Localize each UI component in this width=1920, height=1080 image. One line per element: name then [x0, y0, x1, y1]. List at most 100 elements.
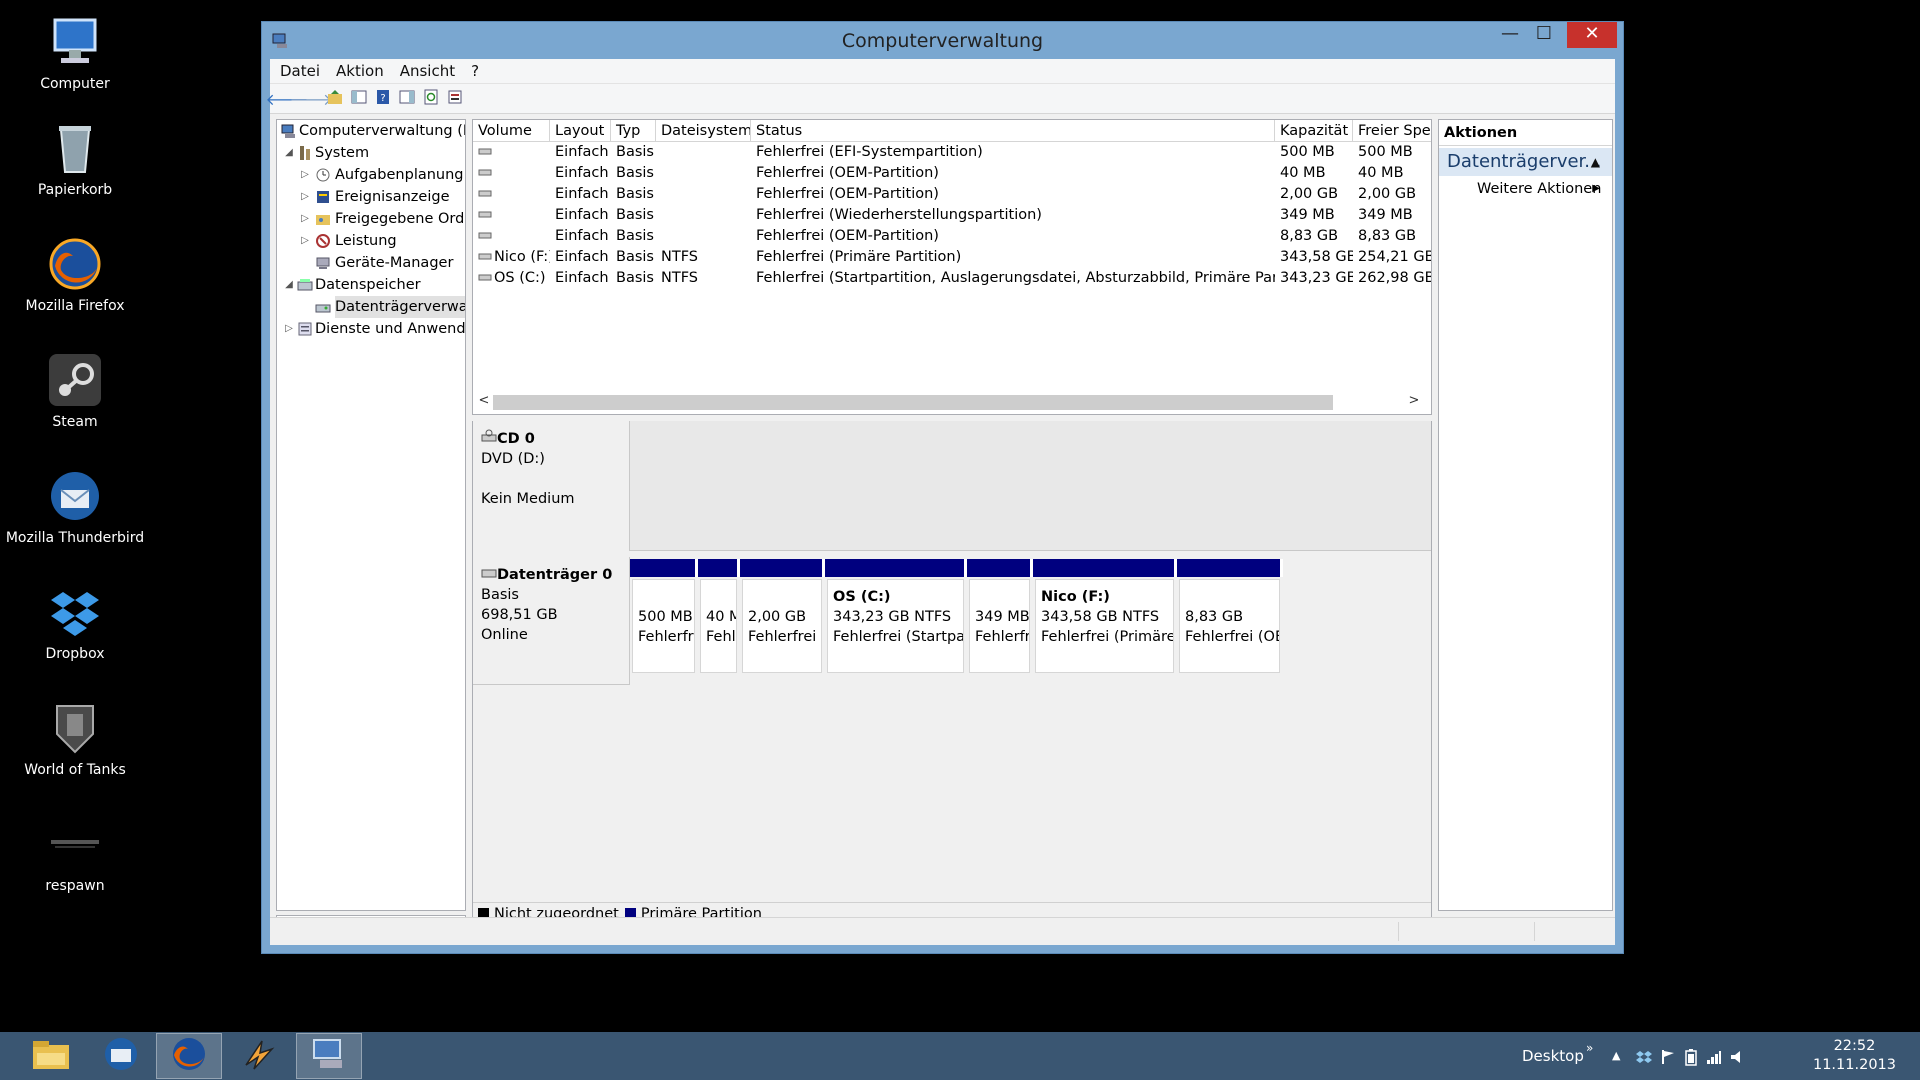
up-one-level-button[interactable]: [324, 88, 346, 110]
partition[interactable]: 500 MB Fehlerfrei (EFI-Systempartition): [630, 559, 698, 679]
dropbox-tray-icon[interactable]: [1636, 1032, 1652, 1080]
scroll-left-icon[interactable]: <: [475, 392, 493, 410]
action-center-flag-icon[interactable]: [1660, 1032, 1676, 1080]
cell-text: NTFS: [661, 270, 698, 286]
maximize-button[interactable]: ☐: [1527, 22, 1561, 48]
toolbar-expand-icon[interactable]: »: [1586, 1024, 1593, 1072]
desktop-icon-recycle-bin[interactable]: Papierkorb: [0, 120, 150, 198]
tree-item-task-scheduler[interactable]: ▷ Aufgabenplanung: [277, 164, 465, 186]
menu-help[interactable]: ?: [471, 62, 479, 80]
more-actions-item[interactable]: Weitere Aktionen ▶: [1439, 176, 1612, 202]
battery-icon[interactable]: [1684, 1032, 1698, 1080]
table-row[interactable]: Einfach Basis Fehlerfrei (OEM-Partition) 2,…: [473, 184, 1431, 205]
column-header-volume[interactable]: Volume: [473, 120, 550, 142]
cd-0-area[interactable]: [630, 421, 1431, 551]
volume-speaker-icon[interactable]: [1730, 1032, 1746, 1080]
desktop-icon-thunderbird[interactable]: Mozilla Thunderbird: [0, 468, 150, 546]
tree-item-label: Freigegebene Ordner: [335, 211, 465, 227]
column-header-capacity[interactable]: Kapazität: [1275, 120, 1353, 142]
scrollbar-thumb[interactable]: [493, 395, 1333, 410]
forward-button[interactable]: 🡒: [290, 88, 333, 110]
table-row[interactable]: Einfach Basis Fehlerfrei (OEM-Partition) 40…: [473, 163, 1431, 184]
menu-file[interactable]: Datei: [280, 62, 320, 80]
expand-icon[interactable]: ▷: [283, 318, 295, 340]
table-row[interactable]: Nico (F:) Einfach Basis NTFS Fehlerfrei (Pri…: [473, 247, 1431, 268]
taskbar-firefox[interactable]: [156, 1033, 222, 1079]
show-hide-console-tree-button[interactable]: [348, 88, 370, 110]
expand-icon[interactable]: ▷: [299, 164, 311, 186]
disk-0-label[interactable]: Datenträger 0 Basis 698,51 GB Online: [473, 557, 630, 685]
partition[interactable]: OS (C:) 343,23 GB NTFS Fehlerfrei (Startpa…: [825, 559, 967, 679]
table-row[interactable]: OS (C:) Einfach Basis NTFS Fehlerfrei (Start…: [473, 268, 1431, 289]
cell-type: Basis: [611, 247, 656, 268]
scroll-right-icon[interactable]: >: [1405, 392, 1423, 410]
close-button[interactable]: ✕: [1567, 22, 1617, 48]
tree-item-system[interactable]: ◢ System: [277, 142, 465, 164]
column-header-status[interactable]: Status: [751, 120, 1275, 142]
desktop-icon-steam[interactable]: Steam: [0, 352, 150, 430]
desktop-icon-firefox[interactable]: Mozilla Firefox: [0, 236, 150, 314]
tree-item-performance[interactable]: ▷ Leistung: [277, 230, 465, 252]
help-button[interactable]: ?: [372, 88, 394, 110]
expand-icon[interactable]: ▷: [299, 230, 311, 252]
collapse-up-icon[interactable]: ▲: [1591, 148, 1600, 176]
show-hide-action-pane-button[interactable]: [396, 88, 418, 110]
cd-0-label[interactable]: CD 0 DVD (D:) Kein Medium: [473, 421, 630, 551]
volume-icon: [478, 190, 492, 197]
taskbar-computer-management[interactable]: [296, 1033, 362, 1079]
properties-button[interactable]: [444, 88, 466, 110]
disk-status: Online: [481, 627, 528, 643]
column-header-free-space[interactable]: Freier Speicherplatz: [1353, 120, 1431, 142]
partition[interactable]: 2,00 GB Fehlerfrei (OEM-Partition): [740, 559, 825, 679]
desktop-toolbar-label[interactable]: Desktop: [1522, 1032, 1584, 1080]
refresh-button[interactable]: [420, 88, 442, 110]
table-row[interactable]: Einfach Basis Fehlerfrei (EFI-Systempartit…: [473, 142, 1431, 163]
column-header-layout[interactable]: Layout: [550, 120, 611, 142]
tree-item-services[interactable]: ▷ Dienste und Anwendungen: [277, 318, 465, 340]
expand-icon[interactable]: ◢: [283, 274, 295, 296]
partition[interactable]: Nico (F:) 343,58 GB NTFS Fehlerfrei (Primä…: [1033, 559, 1177, 679]
taskbar-thunderbird[interactable]: [88, 1033, 154, 1079]
cell-text: Basis: [616, 207, 654, 223]
expand-icon[interactable]: ▷: [299, 208, 311, 230]
table-row[interactable]: Einfach Basis Fehlerfrei (Wiederherstellun…: [473, 205, 1431, 226]
tree-item-computer-management[interactable]: Computerverwaltung (Lokal): [277, 120, 465, 142]
desktop-icon-computer[interactable]: Computer: [0, 14, 150, 92]
expand-icon[interactable]: ◢: [283, 142, 295, 164]
taskbar-winamp[interactable]: [226, 1033, 292, 1079]
taskbar-file-explorer[interactable]: [18, 1033, 84, 1079]
column-header-filesystem[interactable]: Dateisystem: [656, 120, 751, 142]
tree-item-device-manager[interactable]: Geräte-Manager: [277, 252, 465, 274]
tree-item-event-viewer[interactable]: ▷ Ereignisanzeige: [277, 186, 465, 208]
window-client-area: Datei Aktion Ansicht ? 🡐 🡒 ? Computerver…: [266, 59, 1615, 945]
clock-date: 11.11.2013: [1812, 1057, 1896, 1073]
partition[interactable]: 349 MB Fehlerfrei (Wiederherstellungspart…: [967, 559, 1033, 679]
desktop-icon-dropbox[interactable]: Dropbox: [0, 584, 150, 662]
cell-text: 343,58 GB: [1280, 249, 1353, 265]
menu-action[interactable]: Aktion: [336, 62, 384, 80]
tree-item-shared-folders[interactable]: ▷ Freigegebene Ordner: [277, 208, 465, 230]
cell-status: Fehlerfrei (OEM-Partition): [751, 226, 1275, 247]
expand-icon[interactable]: ▷: [299, 186, 311, 208]
tree-item-disk-management[interactable]: Datenträgerverwaltung: [277, 296, 465, 318]
partition[interactable]: 40 MB Fehlerfrei (OEM-Partition): [698, 559, 740, 679]
minimize-button[interactable]: —: [1493, 22, 1527, 48]
tree-item-storage[interactable]: ◢ Datenspeicher: [277, 274, 465, 296]
volume-horizontal-scrollbar[interactable]: < >: [473, 392, 1431, 412]
title-bar[interactable]: Computerverwaltung — ☐ ✕: [262, 22, 1623, 59]
partition[interactable]: 8,83 GB Fehlerfrei (OEM-Partition): [1177, 559, 1283, 679]
partition-body: OS (C:) 343,23 GB NTFS Fehlerfrei (Startpa…: [827, 579, 964, 673]
desktop-icon-label: Mozilla Thunderbird: [5, 530, 145, 546]
column-header-type[interactable]: Typ: [611, 120, 656, 142]
show-hidden-icons-icon[interactable]: ▲: [1612, 1032, 1620, 1080]
desktop-icon-respawn[interactable]: respawn: [0, 816, 150, 894]
shared-folders-icon: [315, 211, 331, 227]
cell-text: Fehlerfrei (Primäre Partition): [756, 249, 962, 265]
menu-view[interactable]: Ansicht: [400, 62, 455, 80]
table-row[interactable]: Einfach Basis Fehlerfrei (OEM-Partition) 8,…: [473, 226, 1431, 247]
desktop-icon-world-of-tanks[interactable]: World of Tanks: [0, 700, 150, 778]
cd-0-title: CD 0: [481, 429, 629, 449]
network-signal-icon[interactable]: [1706, 1032, 1722, 1080]
taskbar-clock[interactable]: 22:52 11.11.2013: [1813, 1037, 1896, 1075]
actions-section-disk-management[interactable]: Datenträgerver... ▲: [1439, 148, 1612, 176]
